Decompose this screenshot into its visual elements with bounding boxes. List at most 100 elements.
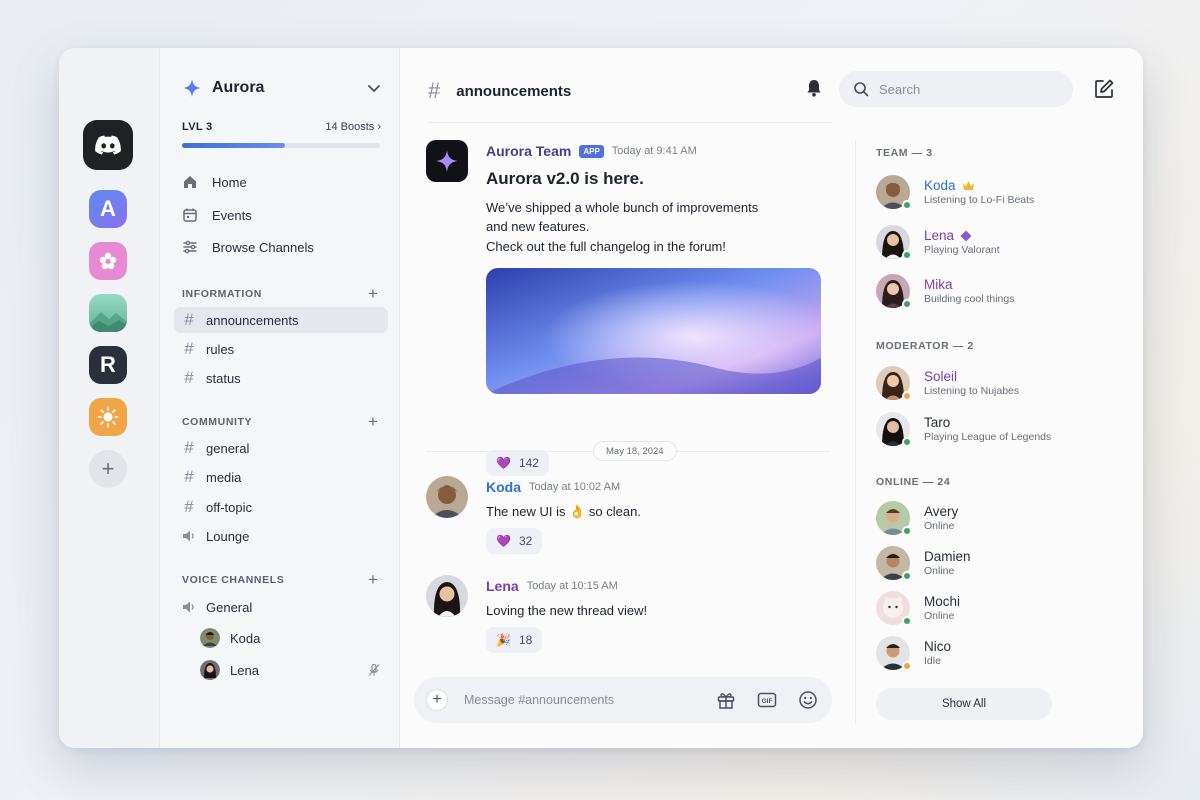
emoji-icon[interactable]	[798, 690, 818, 710]
plus-icon: +	[101, 456, 115, 481]
server-a-label: A	[100, 196, 116, 221]
category-voice-channels[interactable]: VOICE CHANNELS	[182, 574, 284, 586]
nav-home[interactable]: Home	[182, 174, 247, 190]
channel-off-topic[interactable]: # off-topic	[174, 494, 388, 520]
message-header: Aurora Team APP Today at 9:41 AM	[486, 143, 697, 159]
server-rail: A R +	[59, 48, 160, 748]
avatar	[200, 660, 220, 680]
add-channel-community-button[interactable]: +	[368, 413, 378, 430]
member-avery[interactable]: Avery Online	[876, 501, 958, 536]
avatar-image	[426, 476, 468, 518]
add-server-button[interactable]: +	[89, 450, 127, 488]
add-voice-channel-button[interactable]: +	[368, 571, 378, 588]
message-author[interactable]: Aurora Team	[486, 143, 571, 159]
speaker-icon	[183, 601, 194, 613]
message-author[interactable]: Koda	[486, 479, 521, 495]
server-landscape[interactable]	[89, 294, 127, 332]
avatar[interactable]	[426, 575, 468, 617]
channel-announcements[interactable]: # announcements	[174, 307, 388, 333]
app-window: A R + Aurora LVL 3 14 Boosts › Home Even…	[59, 48, 1143, 748]
diamond-icon	[960, 230, 972, 241]
channel-media[interactable]: # media	[174, 464, 388, 490]
member-name: Taro	[924, 415, 951, 430]
server-discord[interactable]	[83, 120, 133, 170]
member-status: Online	[924, 565, 955, 577]
server-flower[interactable]	[89, 242, 127, 280]
sparkle-icon	[436, 150, 458, 172]
chevron-down-icon[interactable]	[366, 80, 382, 96]
sliders-icon	[183, 240, 197, 254]
reaction-party[interactable]: 🎉 18	[486, 627, 543, 653]
reaction-purple-heart[interactable]: 💜 32	[486, 528, 543, 554]
message-text: Loving the new thread view!	[486, 603, 648, 618]
member-name: Soleil	[924, 369, 958, 384]
member-mika[interactable]: Mika Building cool things	[876, 274, 1014, 309]
boost-progress-bar	[182, 143, 380, 148]
member-status: Online	[924, 610, 955, 622]
category-information[interactable]: INFORMATION	[182, 288, 262, 300]
message-text: Check out the full changelog in the foru…	[486, 239, 726, 254]
avatar	[876, 225, 912, 260]
mountain-icon	[89, 312, 127, 332]
avatar[interactable]	[426, 476, 468, 518]
hash-icon: #	[184, 497, 194, 516]
online-indicator	[902, 571, 912, 581]
voice-channel-general[interactable]: General	[174, 594, 388, 620]
message-author[interactable]: Lena	[486, 578, 519, 594]
server-sun[interactable]	[89, 398, 127, 436]
avatar[interactable]	[426, 140, 468, 182]
hash-icon: #	[428, 78, 441, 103]
online-indicator	[902, 299, 912, 309]
message-title: Aurora v2.0 is here.	[486, 169, 644, 188]
category-community[interactable]: COMMUNITY	[182, 416, 252, 428]
server-r[interactable]: R	[89, 346, 127, 384]
avatar	[876, 274, 912, 309]
heart-icon: 💜	[496, 456, 511, 470]
channel-header: # announcements	[428, 78, 571, 104]
member-koda[interactable]: Koda Listening to Lo-Fi Beats	[876, 175, 1034, 210]
sun-icon	[97, 406, 119, 428]
show-all-button[interactable]: Show All	[876, 688, 1052, 720]
member-status: Playing League of Legends	[924, 431, 1052, 443]
member-name: Lena	[924, 228, 955, 243]
gif-icon[interactable]: GIF	[757, 690, 777, 710]
online-indicator	[902, 616, 912, 626]
nav-events[interactable]: Events	[182, 207, 252, 223]
channel-general[interactable]: # general	[174, 435, 388, 461]
members-divider	[855, 140, 856, 725]
muted-mic-icon[interactable]	[367, 663, 381, 677]
message-input[interactable]	[464, 689, 694, 711]
idle-indicator	[902, 391, 912, 401]
member-lena[interactable]: Lena Playing Valorant	[876, 225, 1000, 260]
message-embed-image[interactable]	[486, 268, 821, 394]
add-channel-information-button[interactable]: +	[368, 285, 378, 302]
online-indicator	[902, 250, 912, 260]
server-header[interactable]: Aurora	[182, 78, 264, 98]
member-name: Nico	[924, 639, 952, 654]
member-category-moderator: MODERATOR — 2	[876, 340, 974, 352]
date-divider: May 18, 2024	[593, 441, 677, 461]
member-nico[interactable]: Nico Idle	[876, 636, 952, 671]
reaction-purple-heart[interactable]: 💜 142	[486, 450, 549, 476]
voice-channel-lounge[interactable]: Lounge	[174, 523, 388, 549]
online-indicator	[902, 200, 912, 210]
member-mochi[interactable]: Mochi Online	[876, 591, 960, 626]
member-soleil[interactable]: Soleil Listening to Nujabes	[876, 366, 1019, 401]
channel-rules[interactable]: # rules	[174, 336, 388, 362]
heart-icon: 💜	[496, 534, 511, 548]
channel-status[interactable]: # status	[174, 365, 388, 391]
message-text: The new UI is 👌 so clean.	[486, 504, 641, 519]
gift-icon[interactable]	[716, 690, 736, 710]
member-category-online: ONLINE — 24	[876, 476, 951, 488]
member-taro[interactable]: Taro Playing League of Legends	[876, 412, 1052, 447]
bell-icon[interactable]	[804, 78, 824, 98]
voice-user-lena[interactable]: Lena	[200, 660, 259, 680]
channel-label: Lounge	[206, 528, 250, 544]
attach-button[interactable]: +	[426, 689, 448, 711]
nav-browse-channels[interactable]: Browse Channels	[182, 239, 314, 255]
voice-user-koda[interactable]: Koda	[200, 628, 260, 648]
crown-icon	[962, 181, 974, 190]
boosts-link[interactable]: 14 Boosts ›	[325, 121, 381, 133]
server-a[interactable]: A	[89, 190, 127, 228]
member-damien[interactable]: Damien Online	[876, 546, 971, 581]
